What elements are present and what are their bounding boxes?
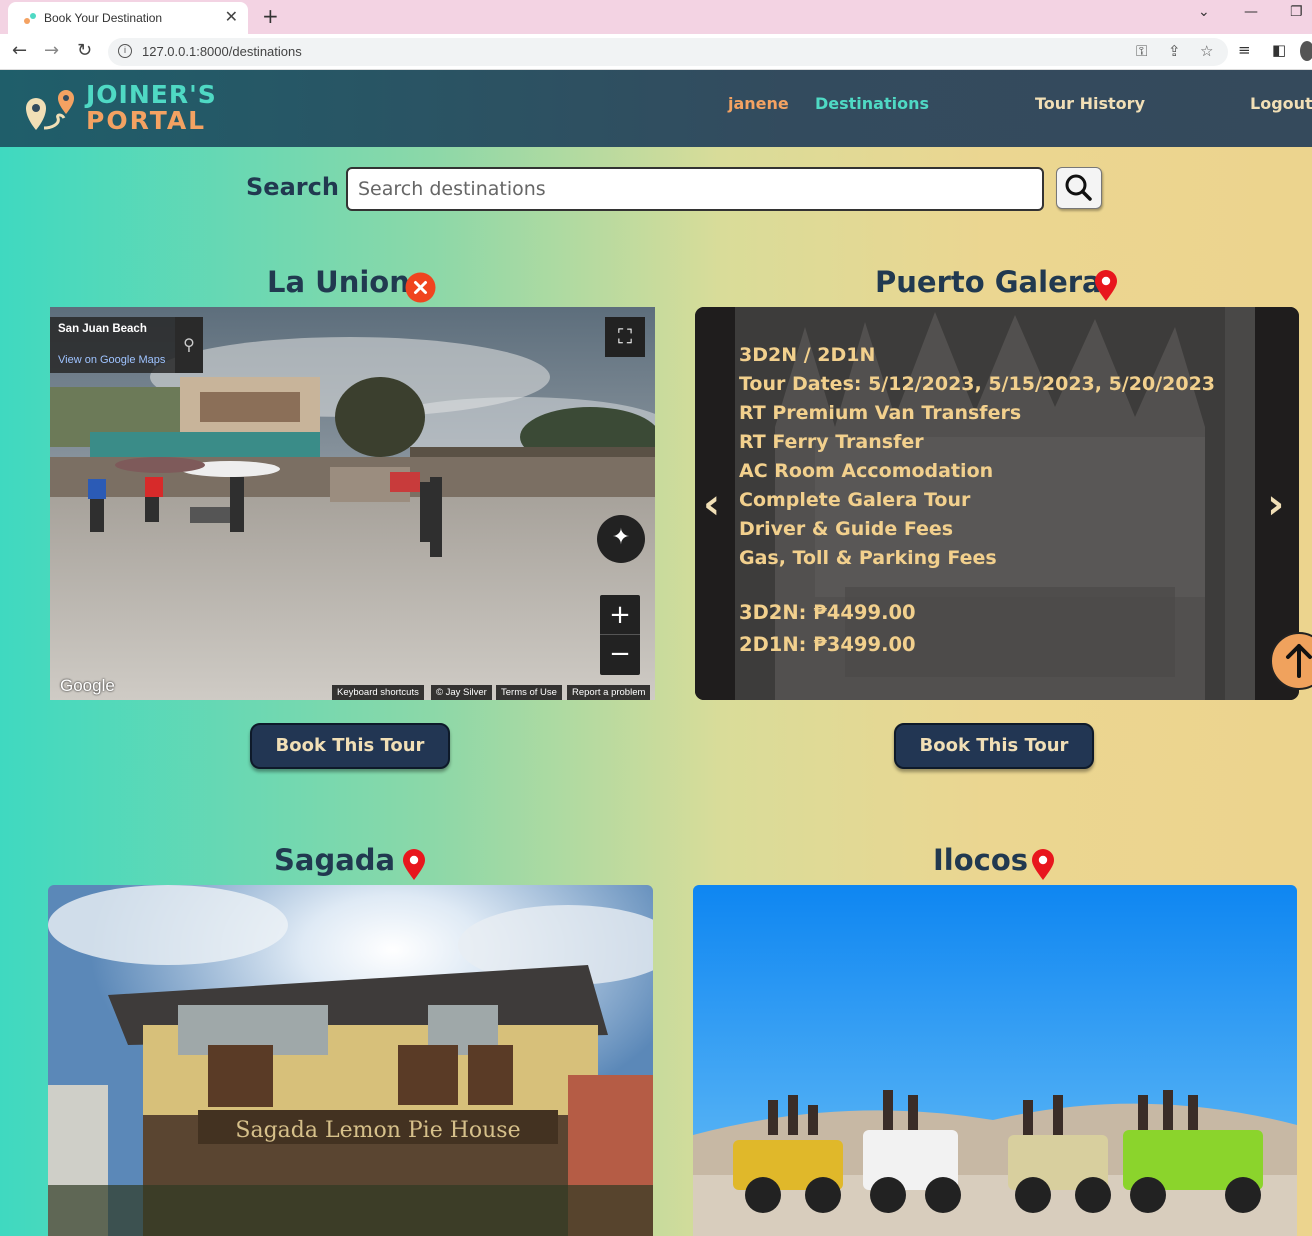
nav-username[interactable]: janene <box>728 94 789 113</box>
logo-text-top: JOINER'S <box>86 80 217 109</box>
browser-tab[interactable]: Book Your Destination ✕ <box>8 2 248 34</box>
site-info-icon[interactable]: i <box>118 44 132 58</box>
carousel-next-icon[interactable]: › <box>1267 479 1284 528</box>
nav-destinations[interactable]: Destinations <box>815 94 929 113</box>
scroll-to-top-button[interactable] <box>1270 632 1312 690</box>
place-name: San Juan Beach <box>58 323 147 335</box>
tour-details-carousel[interactable]: 3D2N / 2D1N Tour Dates: 5/12/2023, 5/15/… <box>695 307 1299 700</box>
arrow-up-icon <box>1286 644 1312 678</box>
map-pin-icon[interactable]: ⚲ <box>175 317 203 373</box>
nav-tour-history[interactable]: Tour History <box>1035 94 1145 113</box>
destination-title-puerto-galera: Puerto Galera <box>875 265 1102 299</box>
tour-inclusion: RT Premium Van Transfers <box>739 402 1022 424</box>
sand-dunes-jeeps-image <box>693 885 1297 1236</box>
new-tab-icon[interactable]: + <box>262 4 279 28</box>
attribution-text: © Jay Silver <box>431 685 492 700</box>
compass-icon[interactable]: ✦ <box>597 515 645 563</box>
zoom-in-icon[interactable]: + <box>600 595 640 635</box>
minimize-icon[interactable]: — <box>1244 4 1258 20</box>
destination-title-ilocos: Ilocos <box>933 843 1029 877</box>
profile-avatar[interactable] <box>1300 41 1312 61</box>
maximize-icon[interactable]: ❐ <box>1290 4 1303 20</box>
sagada-photo: Sagada Lemon Pie House <box>48 885 653 1236</box>
back-icon[interactable]: ← <box>12 40 27 61</box>
carousel-prev-icon[interactable]: ‹ <box>703 479 720 528</box>
tour-dates: Tour Dates: 5/12/2023, 5/15/2023, 5/20/2… <box>739 373 1216 395</box>
share-icon[interactable]: ⇪ <box>1168 42 1181 60</box>
destination-title-sagada: Sagada <box>274 843 396 877</box>
fullscreen-icon[interactable]: ⛶ <box>605 317 645 357</box>
tab-close-icon[interactable]: ✕ <box>225 7 238 26</box>
site-header: JOINER'S PORTAL janene Destinations Tour… <box>0 70 1312 147</box>
destination-title-la-union: La Union <box>267 265 410 299</box>
tour-details-list: 3D2N / 2D1N Tour Dates: 5/12/2023, 5/15/… <box>739 341 1215 573</box>
address-bar[interactable]: i 127.0.0.1:8000/destinations ⚿ ⇪ ☆ <box>108 38 1228 66</box>
tour-inclusion: Driver & Guide Fees <box>739 518 954 540</box>
street-view-info-card: San Juan Beach View on Google Maps ⚲ <box>50 317 203 373</box>
ilocos-photo <box>693 885 1297 1236</box>
price-3d2n: 3D2N: ₱4499.00 <box>739 601 916 624</box>
book-tour-button-la-union[interactable]: Book This Tour <box>250 723 450 769</box>
tour-inclusion: AC Room Accomodation <box>739 460 994 482</box>
street-view-panorama[interactable]: San Juan Beach View on Google Maps ⚲ ⛶ ✦… <box>50 307 655 700</box>
url-text: 127.0.0.1:8000/destinations <box>142 44 302 59</box>
tour-inclusion: Complete Galera Tour <box>739 489 971 511</box>
logo-icon[interactable] <box>22 88 78 132</box>
terms-of-use-link[interactable]: Terms of Use <box>496 685 562 700</box>
browser-toolbar: ← → ↻ i 127.0.0.1:8000/destinations ⚿ ⇪ … <box>0 34 1312 70</box>
report-problem-link[interactable]: Report a problem <box>567 685 651 700</box>
tour-duration: 3D2N / 2D1N <box>739 344 876 366</box>
side-panel-icon[interactable]: ◧ <box>1272 41 1286 59</box>
tab-search-icon[interactable]: ⌄ <box>1198 4 1210 20</box>
browser-tabbar: Book Your Destination ✕ + ⌄ — ❐ <box>0 0 1312 34</box>
keyboard-shortcuts-link[interactable]: Keyboard shortcuts <box>332 685 424 700</box>
location-pin-icon[interactable] <box>402 849 426 881</box>
search-button[interactable] <box>1056 167 1102 209</box>
lemon-pie-house-image: Sagada Lemon Pie House <box>48 885 653 1236</box>
reload-icon[interactable]: ↻ <box>77 40 92 61</box>
key-icon[interactable]: ⚿ <box>1136 42 1147 60</box>
location-pin-icon[interactable] <box>1031 849 1055 881</box>
sign-text: Sagada Lemon Pie House <box>235 1118 520 1143</box>
favicon-icon <box>24 13 36 24</box>
location-pin-icon[interactable] <box>1094 270 1118 302</box>
zoom-control: + − <box>600 595 640 675</box>
search-label: Search <box>246 173 339 201</box>
search-icon <box>1065 174 1092 201</box>
book-tour-button-puerto-galera[interactable]: Book This Tour <box>894 723 1094 769</box>
bookmark-star-icon[interactable]: ☆ <box>1200 42 1213 60</box>
price-2d1n: 2D1N: ₱3499.00 <box>739 633 916 656</box>
google-logo: Google <box>60 676 115 695</box>
reading-list-icon[interactable]: ≡ <box>1238 41 1251 59</box>
search-input[interactable] <box>346 167 1044 211</box>
zoom-out-icon[interactable]: − <box>600 635 640 675</box>
view-on-google-maps-link[interactable]: View on Google Maps <box>58 354 165 366</box>
forward-icon[interactable]: → <box>44 40 59 61</box>
tab-title: Book Your Destination <box>44 11 163 25</box>
close-location-icon[interactable] <box>405 272 436 303</box>
logo-text-bottom: PORTAL <box>86 106 207 135</box>
tour-inclusion: Gas, Toll & Parking Fees <box>739 547 997 569</box>
tour-inclusion: RT Ferry Transfer <box>739 431 924 453</box>
nav-logout[interactable]: Logout <box>1250 94 1312 113</box>
destinations-page: Search La Union <box>0 147 1312 1236</box>
